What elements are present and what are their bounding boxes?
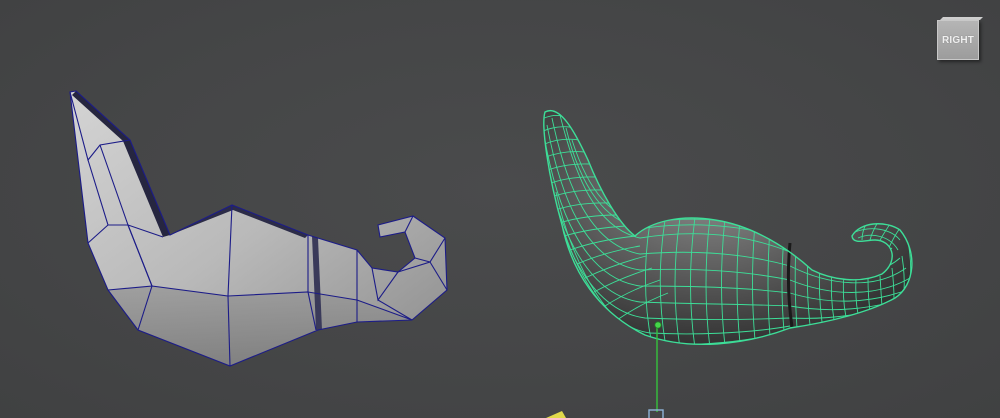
pivot-point[interactable] [654, 321, 662, 329]
move-manipulator[interactable] [546, 321, 664, 418]
smooth-mustache[interactable] [540, 109, 913, 348]
scene-canvas[interactable] [0, 0, 1000, 418]
smooth-body [543, 110, 912, 345]
manipulator-center-handle[interactable] [648, 409, 664, 418]
manipulator-x-axis-tip[interactable] [546, 411, 566, 418]
viewport-panel[interactable]: RIGHT [0, 0, 1000, 418]
low-poly-mustache[interactable] [69, 90, 448, 367]
